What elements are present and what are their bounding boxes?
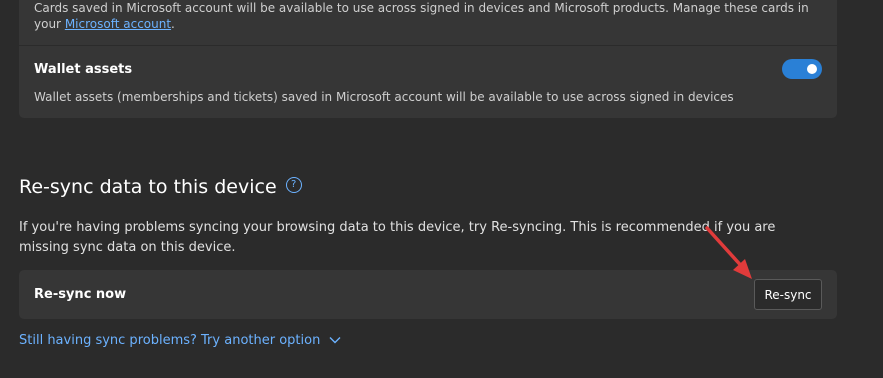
cards-description: Cards saved in Microsoft account will be… xyxy=(34,0,814,32)
resync-section-title: Re-sync data to this device ? xyxy=(19,176,302,198)
resync-button[interactable]: Re-sync xyxy=(754,279,822,310)
cards-settings-card: Cards saved in Microsoft account will be… xyxy=(19,0,837,118)
resync-description: If you're having problems syncing your b… xyxy=(19,220,776,255)
toggle-knob xyxy=(807,64,817,74)
help-icon[interactable]: ? xyxy=(285,177,302,193)
wallet-assets-description: Wallet assets (memberships and tickets) … xyxy=(34,90,734,104)
wallet-assets-title: Wallet assets xyxy=(34,62,133,77)
microsoft-account-link[interactable]: Microsoft account xyxy=(65,17,171,31)
chevron-down-icon xyxy=(329,333,341,348)
resync-now-card: Re-sync now Re-sync xyxy=(19,270,837,319)
resync-now-label: Re-sync now xyxy=(34,287,127,302)
more-sync-options-text: Still having sync problems? Try another … xyxy=(19,333,321,348)
more-sync-options-link[interactable]: Still having sync problems? Try another … xyxy=(19,333,341,348)
wallet-assets-toggle[interactable] xyxy=(782,59,822,79)
resync-title-text: Re-sync data to this device xyxy=(19,176,277,198)
card-divider xyxy=(19,45,837,46)
cards-description-suffix: . xyxy=(171,17,175,31)
